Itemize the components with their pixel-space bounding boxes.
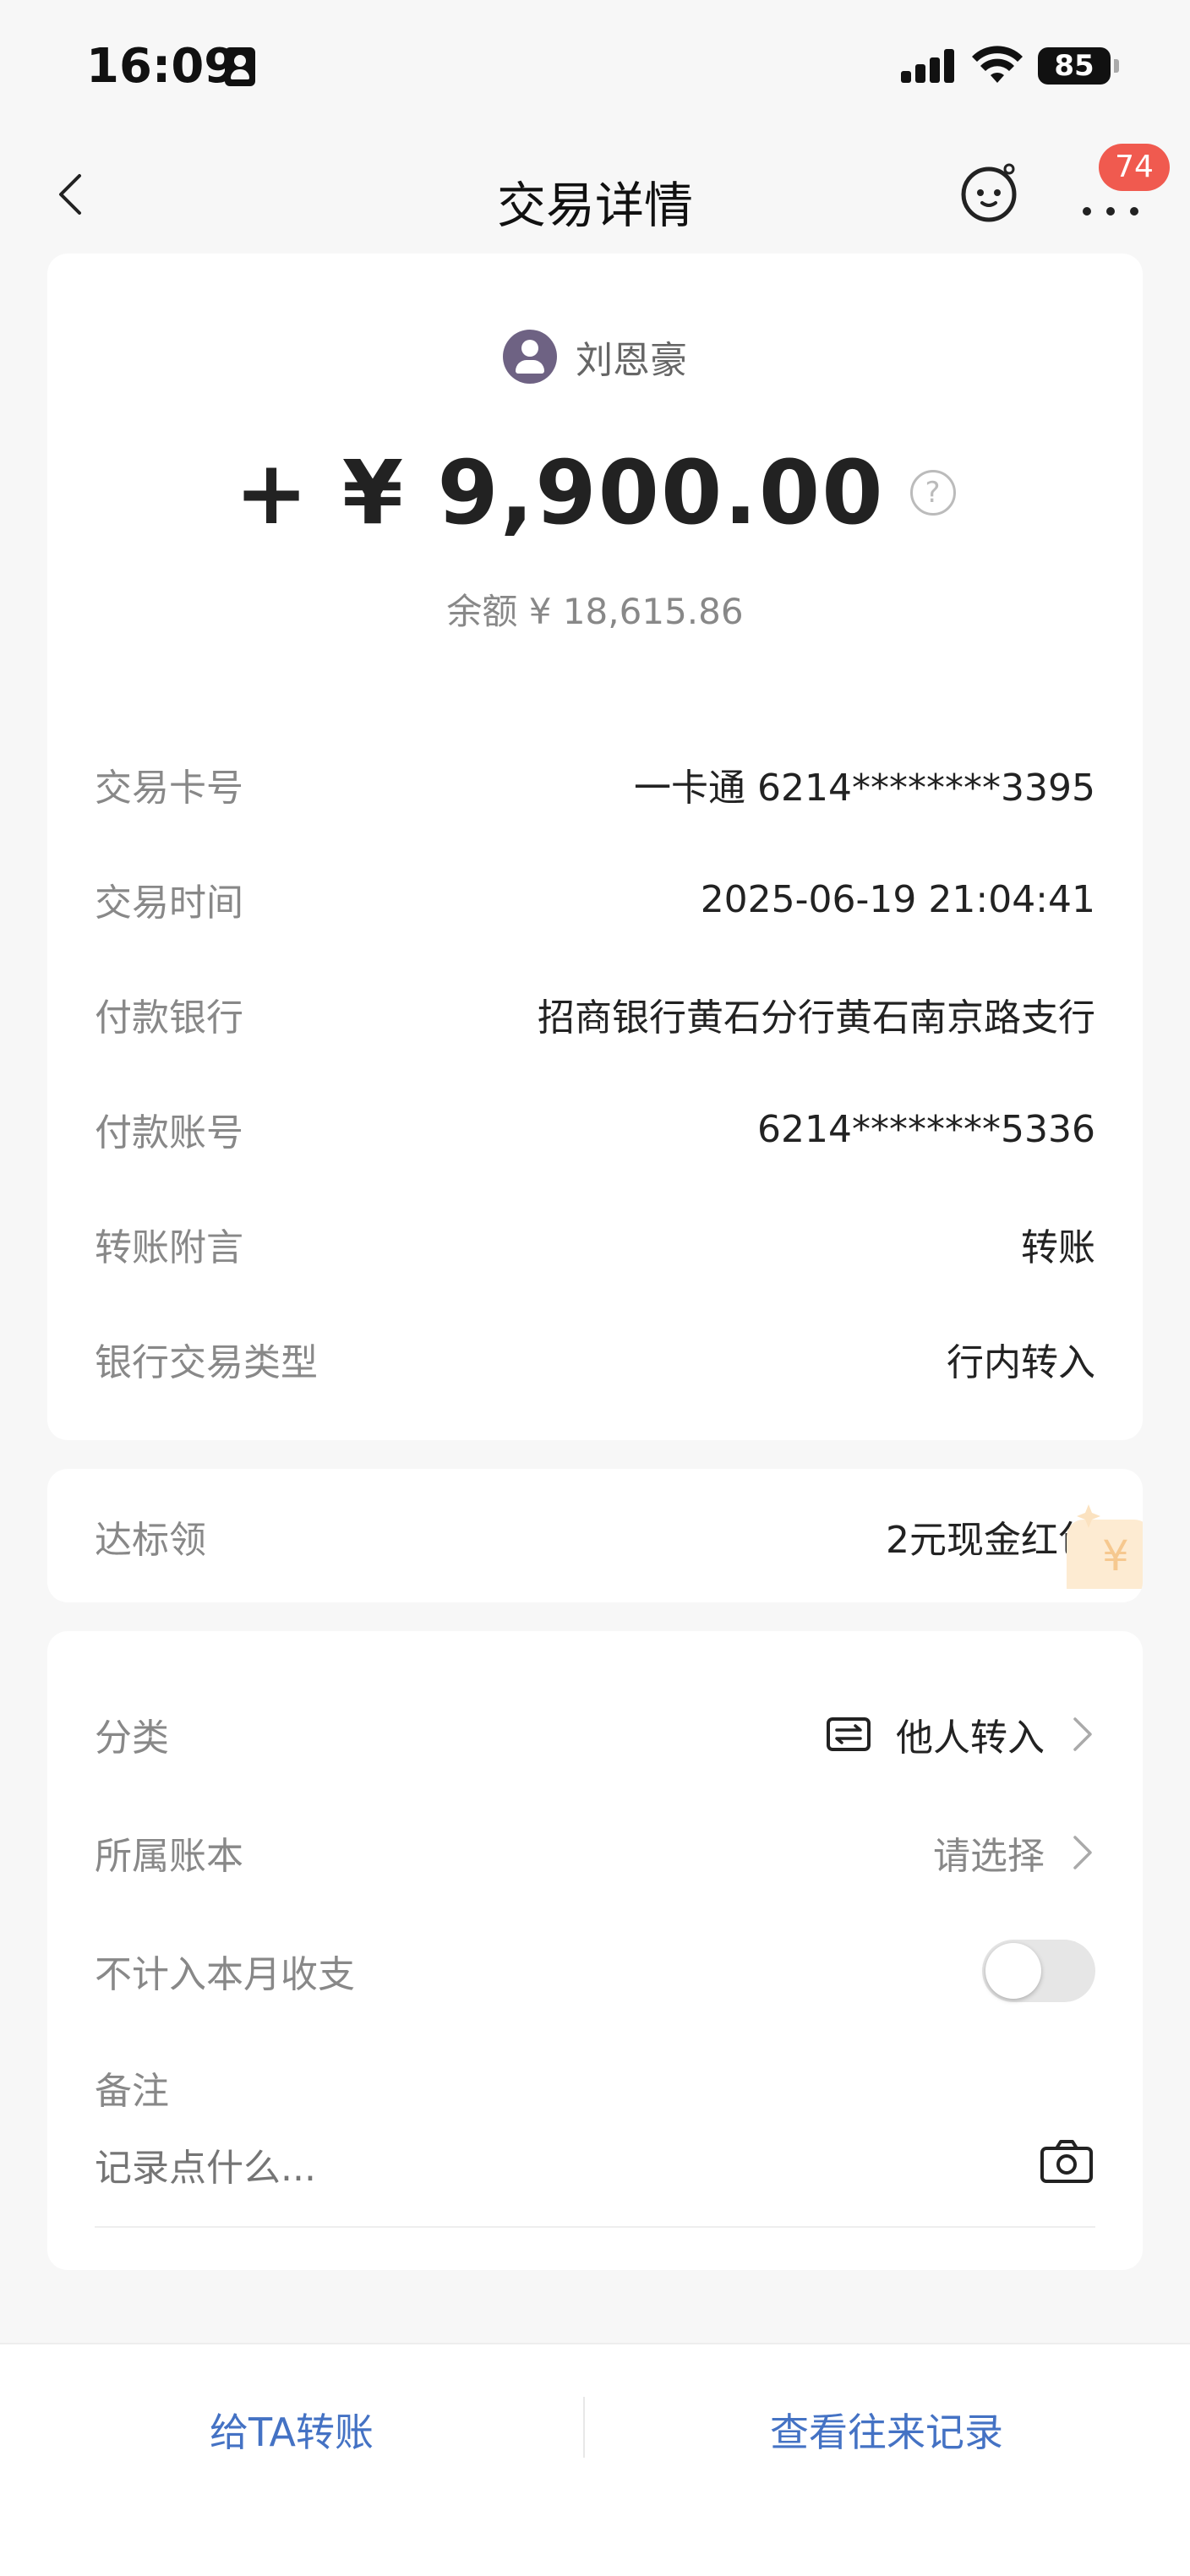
detail-row-transaction-type: 银行交易类型 行内转入 [95, 1325, 1095, 1393]
transaction-amount: + ¥ 9,900.00 [234, 441, 885, 544]
detail-row-payer-bank: 付款银行 招商银行黄石分行黄石南京路支行 [95, 980, 1095, 1048]
transaction-detail-page: 16:09 85 交易详情 74 刘恩豪 + ¥ 9,900.00 ? 余额 ¥… [0, 0, 1190, 2576]
promo-card[interactable]: 达标领 2元现金红包 ¥ [47, 1469, 1143, 1602]
detail-row-time: 交易时间 2025-06-19 21:04:41 [95, 865, 1095, 933]
category-selector[interactable]: 他人转入 [827, 1707, 1095, 1761]
transfer-to-them-button[interactable]: 给TA转账 [0, 2399, 583, 2466]
memo-row: 备注 [95, 2054, 1095, 2121]
category-row[interactable]: 分类 他人转入 [95, 1700, 1095, 1768]
svg-text:¥: ¥ [1102, 1531, 1129, 1580]
memo-label: 备注 [95, 2070, 169, 2113]
avatar [503, 330, 557, 384]
detail-row-remark: 转账附言 转账 [95, 1210, 1095, 1278]
promo-label: 达标领 [95, 1519, 206, 1562]
promo-row: 达标领 2元现金红包 [95, 1503, 1095, 1570]
camera-icon[interactable] [1040, 2138, 1094, 2184]
category-label: 分类 [95, 1716, 169, 1760]
detail-value: 2025-06-19 21:04:41 [700, 877, 1095, 921]
chevron-right-icon [1073, 1717, 1092, 1751]
detail-row-card-number: 交易卡号 一卡通 6214********3395 [95, 750, 1095, 818]
navigation-bar: 交易详情 74 [0, 135, 1190, 254]
contact-card-icon [225, 47, 255, 86]
memo-input[interactable] [95, 2147, 991, 2190]
status-bar: 16:09 85 [0, 0, 1190, 135]
question-mark-icon[interactable]: ? [909, 470, 956, 516]
notification-badge: 74 [1099, 144, 1170, 191]
transfer-arrows-icon [827, 1717, 871, 1751]
memo-underline [95, 2226, 1095, 2228]
detail-value: 一卡通 6214********3395 [634, 767, 1095, 810]
chevron-right-icon [1073, 1836, 1092, 1869]
cellular-signal-icon [901, 49, 955, 83]
payer-info: 刘恩豪 [47, 330, 1143, 384]
balance-text: 余额 ¥ 18,615.86 [446, 591, 744, 632]
detail-label: 付款账号 [95, 1111, 243, 1154]
account-book-label: 所属账本 [95, 1835, 243, 1878]
detail-label: 付款银行 [95, 996, 243, 1040]
red-packet-coin-icon: ¥ [1067, 1504, 1143, 1589]
category-value: 他人转入 [896, 1716, 1045, 1760]
exclude-monthly-label: 不计入本月收支 [95, 1953, 355, 1996]
detail-label: 转账附言 [95, 1226, 243, 1269]
detail-label: 交易卡号 [95, 767, 243, 810]
account-book-row[interactable]: 所属账本 请选择 [95, 1819, 1095, 1886]
exclude-monthly-toggle[interactable] [982, 1940, 1095, 2002]
account-book-selector[interactable]: 请选择 [933, 1826, 1095, 1880]
assistant-robot-icon[interactable] [955, 159, 1023, 226]
detail-label: 银行交易类型 [95, 1341, 318, 1384]
account-book-value: 请选择 [933, 1835, 1045, 1878]
detail-value: 转账 [1021, 1226, 1095, 1269]
battery-icon: 85 [1038, 47, 1119, 85]
detail-row-payer-account: 付款账号 6214********5336 [95, 1095, 1095, 1163]
wifi-icon [972, 46, 1023, 83]
amount-row: + ¥ 9,900.00 ? [47, 441, 1143, 544]
exclude-monthly-row: 不计入本月收支 [95, 1937, 1095, 2005]
category-card: 分类 他人转入 所属账本 请选择 不计入本月收支 备注 记录点什么... [47, 1631, 1143, 2270]
detail-label: 交易时间 [95, 881, 243, 925]
bottom-action-bar: 给TA转账 查看往来记录 [0, 2343, 1190, 2576]
detail-value: 6214********5336 [757, 1107, 1095, 1151]
detail-value: 行内转入 [947, 1341, 1095, 1384]
status-time: 16:09 [86, 39, 237, 94]
transaction-card: 刘恩豪 + ¥ 9,900.00 ? 余额 ¥ 18,615.86 交易卡号 一… [47, 254, 1143, 1440]
view-history-button[interactable]: 查看往来记录 [583, 2399, 1190, 2466]
detail-value: 招商银行黄石分行黄石南京路支行 [538, 996, 1095, 1040]
payer-name: 刘恩豪 [576, 339, 687, 382]
